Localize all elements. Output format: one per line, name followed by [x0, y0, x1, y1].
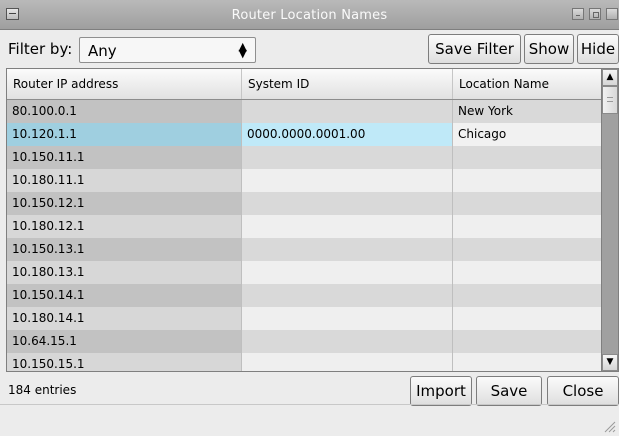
cell-ip[interactable]: 10.120.1.1 [7, 123, 242, 146]
cell-location[interactable] [453, 238, 601, 261]
cell-ip[interactable]: 10.150.14.1 [7, 284, 242, 307]
scroll-up-icon[interactable]: ▲ [602, 69, 618, 86]
cell-system-id[interactable] [242, 353, 453, 371]
filter-select[interactable]: Any ▲ ▼ [79, 37, 256, 63]
vertical-scrollbar[interactable]: ▲ ▼ [601, 69, 618, 371]
cell-system-id[interactable] [242, 100, 453, 123]
minimize-icon[interactable] [572, 8, 584, 20]
cell-system-id[interactable] [242, 146, 453, 169]
cell-system-id[interactable] [242, 169, 453, 192]
resize-grip-icon[interactable] [602, 419, 616, 433]
table-row[interactable]: 10.150.14.1 [7, 284, 601, 307]
table-row[interactable]: 10.150.12.1 [7, 192, 601, 215]
cell-ip[interactable]: 10.64.15.1 [7, 330, 242, 353]
cell-ip[interactable]: 10.180.12.1 [7, 215, 242, 238]
close-button[interactable]: Close [547, 376, 619, 406]
cell-location[interactable]: Chicago [453, 123, 601, 146]
table-row[interactable]: 10.180.11.1 [7, 169, 601, 192]
cell-system-id[interactable] [242, 284, 453, 307]
cell-location[interactable] [453, 330, 601, 353]
table-row[interactable]: 10.150.11.1 [7, 146, 601, 169]
scrollbar-thumb[interactable] [602, 86, 618, 114]
divider [0, 404, 619, 405]
cell-system-id[interactable] [242, 330, 453, 353]
cell-location[interactable] [453, 215, 601, 238]
cell-ip[interactable]: 10.150.15.1 [7, 353, 242, 371]
hide-button[interactable]: Hide [577, 34, 619, 64]
title-bar: Router Location Names [0, 0, 619, 30]
table-row[interactable]: 10.180.12.1 [7, 215, 601, 238]
cell-ip[interactable]: 10.180.11.1 [7, 169, 242, 192]
close-window-icon[interactable] [606, 8, 618, 20]
scroll-down-icon[interactable]: ▼ [602, 354, 618, 371]
column-header-system-id[interactable]: System ID [242, 69, 453, 99]
show-button[interactable]: Show [524, 34, 574, 64]
cell-location[interactable] [453, 353, 601, 371]
table-row[interactable]: 10.180.14.1 [7, 307, 601, 330]
cell-ip[interactable]: 10.180.14.1 [7, 307, 242, 330]
entry-count: 184 entries [8, 383, 77, 397]
table-header: Router IP address System ID Location Nam… [7, 69, 601, 100]
cell-system-id[interactable] [242, 192, 453, 215]
cell-location[interactable] [453, 169, 601, 192]
cell-system-id[interactable]: 0000.0000.0001.00 [242, 123, 453, 146]
save-filter-button[interactable]: Save Filter [428, 34, 521, 64]
cell-ip[interactable]: 10.150.13.1 [7, 238, 242, 261]
table-row[interactable]: 10.150.15.1 [7, 353, 601, 371]
cell-ip[interactable]: 10.150.12.1 [7, 192, 242, 215]
save-button[interactable]: Save [476, 376, 542, 406]
table-row[interactable]: 80.100.0.1 New York [7, 100, 601, 123]
cell-location[interactable] [453, 307, 601, 330]
updown-arrows-icon: ▲ ▼ [238, 40, 247, 60]
cell-system-id[interactable] [242, 215, 453, 238]
table-row[interactable]: 10.120.1.1 0000.0000.0001.00 Chicago [7, 123, 601, 146]
column-header-location[interactable]: Location Name [453, 69, 601, 99]
import-button[interactable]: Import [410, 376, 472, 406]
maximize-icon[interactable] [589, 8, 601, 20]
table-row[interactable]: 10.64.15.1 [7, 330, 601, 353]
cell-ip[interactable]: 80.100.0.1 [7, 100, 242, 123]
cell-location[interactable] [453, 284, 601, 307]
cell-system-id[interactable] [242, 238, 453, 261]
filter-label: Filter by: [8, 40, 73, 58]
table-row[interactable]: 10.150.13.1 [7, 238, 601, 261]
cell-ip[interactable]: 10.150.11.1 [7, 146, 242, 169]
filter-select-value: Any [88, 42, 117, 60]
column-header-ip[interactable]: Router IP address [7, 69, 242, 99]
cell-system-id[interactable] [242, 261, 453, 284]
table-row[interactable]: 10.180.13.1 [7, 261, 601, 284]
cell-location[interactable]: New York [453, 100, 601, 123]
cell-location[interactable] [453, 261, 601, 284]
cell-system-id[interactable] [242, 307, 453, 330]
window-title: Router Location Names [231, 8, 388, 23]
cell-location[interactable] [453, 146, 601, 169]
cell-ip[interactable]: 10.180.13.1 [7, 261, 242, 284]
router-table: Router IP address System ID Location Nam… [6, 68, 619, 372]
cell-location[interactable] [453, 192, 601, 215]
table-body: 80.100.0.1 New York 10.120.1.1 0000.0000.00… [7, 100, 601, 371]
